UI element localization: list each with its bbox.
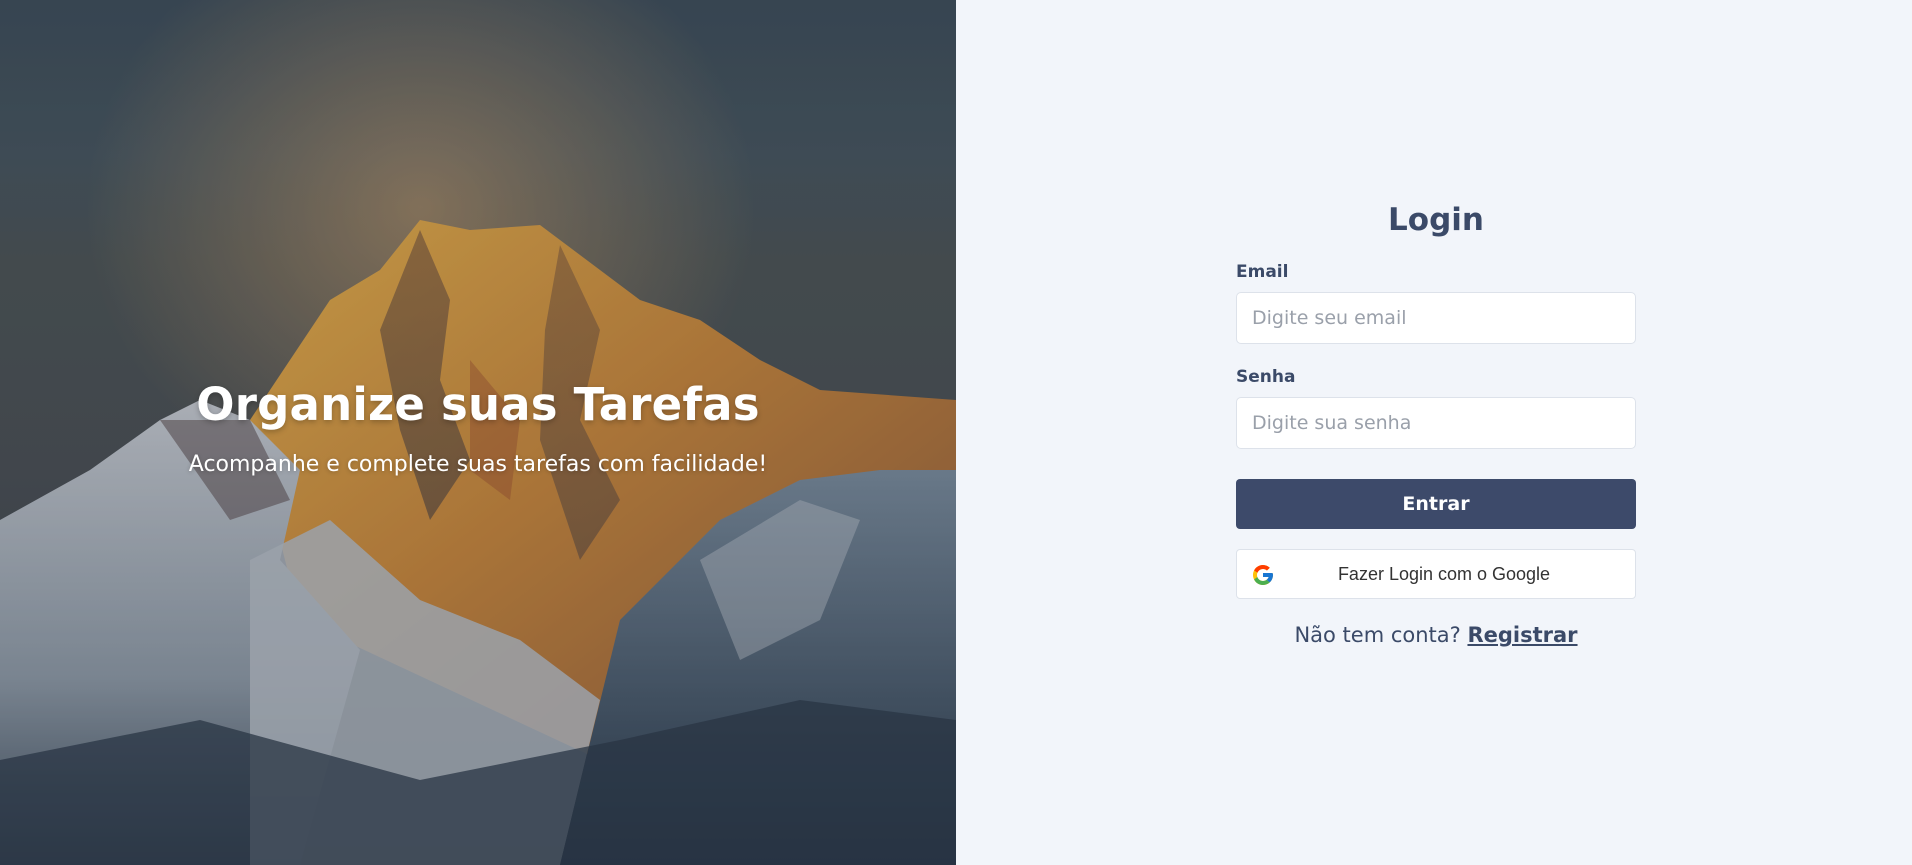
login-panel: Login Email Senha Entrar Fazer Login com… [956, 0, 1912, 865]
login-submit-button[interactable]: Entrar [1236, 479, 1636, 529]
email-input[interactable] [1236, 292, 1636, 344]
register-prompt-line: Não tem conta? Registrar [1236, 621, 1636, 649]
google-login-button[interactable]: Fazer Login com o Google [1236, 549, 1636, 599]
email-field-group: Email [1236, 260, 1636, 344]
google-g-icon [1253, 565, 1273, 585]
hero-text-block: Organize suas Tarefas Acompanhe e comple… [0, 374, 956, 480]
email-label: Email [1236, 262, 1289, 282]
hero-title: Organize suas Tarefas [196, 378, 760, 431]
password-field-group: Senha [1236, 365, 1636, 449]
hero-subtitle: Acompanhe e complete suas tarefas com fa… [188, 452, 768, 477]
hero-panel: Organize suas Tarefas Acompanhe e comple… [0, 0, 956, 865]
login-title: Login [1388, 202, 1484, 238]
password-input[interactable] [1236, 397, 1636, 449]
password-label: Senha [1236, 367, 1296, 387]
login-page: Organize suas Tarefas Acompanhe e comple… [0, 0, 1912, 865]
login-form: Login Email Senha Entrar Fazer Login com… [1236, 198, 1636, 649]
register-link[interactable]: Registrar [1467, 623, 1577, 647]
google-login-label: Fazer Login com o Google [1337, 563, 1551, 584]
register-prompt-text: Não tem conta? [1294, 623, 1461, 647]
